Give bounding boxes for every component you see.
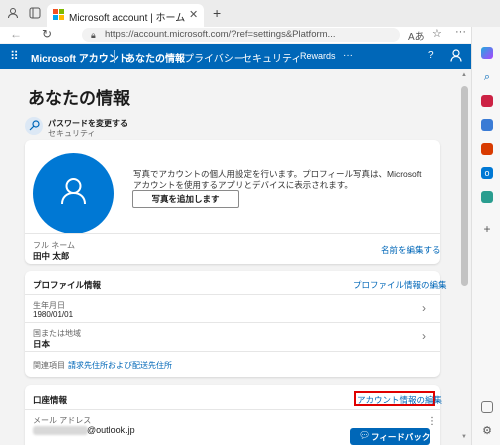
lock-icon: 🔒︎ — [91, 30, 96, 40]
tools-icon[interactable] — [481, 119, 493, 131]
photo-description: 写真でアカウントの個人用設定を行います。プロフィール写真は、Microsoft … — [133, 169, 422, 190]
nav-separator — [114, 50, 115, 63]
browser-titlebar: Microsoft account | ホーム ✕ + — [0, 0, 500, 27]
profile-card: 写真でアカウントの個人用設定を行います。プロフィール写真は、Microsoft … — [25, 140, 441, 264]
add-photo-button[interactable]: 写真を追加します — [132, 190, 239, 208]
outlook-icon[interactable]: o — [481, 167, 493, 179]
microsoft-logo-icon — [53, 9, 64, 20]
new-tab-icon[interactable]: + — [213, 5, 221, 21]
nav-item-rewards[interactable]: Rewards — [300, 51, 336, 61]
scrollbar-thumb[interactable] — [461, 86, 468, 286]
shopping-icon[interactable] — [481, 95, 493, 107]
chevron-right-icon: › — [422, 329, 426, 343]
tab-title: Microsoft account | ホーム — [69, 13, 186, 24]
scroll-up-icon[interactable]: ▲ — [461, 72, 467, 78]
avatar[interactable] — [33, 153, 114, 234]
divider — [25, 233, 440, 234]
email-label: メール アドレス — [33, 416, 92, 425]
region-value: 日本 — [33, 339, 51, 349]
add-icon[interactable]: + — [481, 223, 493, 235]
more-icon[interactable]: ··· — [455, 26, 466, 38]
favorite-icon[interactable]: ☆ — [432, 27, 442, 40]
chevron-right-icon: › — [422, 301, 426, 315]
key-icon[interactable] — [25, 117, 43, 135]
profile-icon[interactable] — [6, 7, 20, 21]
edit-name-link[interactable]: 名前を編集する — [381, 244, 441, 256]
related-label: 関連項目 — [33, 361, 65, 370]
account-info-title: 口座情報 — [33, 395, 68, 405]
edit-account-info-link[interactable]: アカウント情報の編集 — [357, 394, 442, 406]
billing-address-link[interactable]: 請求先住所および配送先住所 — [68, 360, 172, 371]
edge-sidebar: ⌕ o + ⚙ — [471, 27, 500, 445]
fullname-value: 田中 太郎 — [33, 251, 70, 261]
nav-item-your-info[interactable]: あなたの情報 — [125, 50, 185, 65]
profile-info-card: プロファイル情報 プロファイル情報の編集 生年月日 1980/01/01 › 国… — [25, 271, 447, 377]
divider — [25, 351, 440, 352]
app-launcher-icon[interactable]: ⠿ — [10, 49, 19, 63]
more-options-icon[interactable]: ⋮ — [427, 416, 437, 427]
url-field[interactable]: 🔒︎ https://account.microsoft.com/?ref=se… — [82, 28, 400, 42]
browser-tab[interactable]: Microsoft account | ホーム ✕ — [47, 4, 204, 27]
office-icon[interactable] — [481, 143, 493, 155]
dob-value: 1980/01/01 — [33, 310, 74, 319]
person-icon[interactable] — [450, 49, 462, 65]
sidebar-layout-icon[interactable] — [481, 401, 493, 413]
refresh-icon[interactable]: ↻ — [42, 27, 52, 41]
email-redacted — [33, 426, 88, 435]
scroll-down-icon[interactable]: ▼ — [461, 434, 467, 440]
divider — [25, 409, 440, 410]
nav-item-privacy[interactable]: プライバシー — [184, 50, 244, 65]
search-icon[interactable]: ⌕ — [481, 71, 493, 83]
profile-info-title: プロファイル情報 — [33, 280, 102, 290]
copilot-icon[interactable] — [481, 47, 493, 59]
account-nav: ⠿ Microsoft アカウント あなたの情報 プライバシー セキュリティ R… — [0, 44, 471, 69]
nav-item-security[interactable]: セキュリティ — [242, 50, 301, 65]
back-icon[interactable]: ← — [10, 27, 22, 41]
drop-icon[interactable] — [481, 191, 493, 203]
nav-item-more[interactable]: ··· — [343, 50, 353, 61]
change-password-sub: セキュリティ — [48, 129, 96, 138]
region-row[interactable]: 国または地域 日本 › — [25, 323, 440, 350]
address-bar: ← ↻ 🔒︎ https://account.microsoft.com/?re… — [0, 26, 500, 43]
settings-icon[interactable]: ⚙ — [481, 425, 493, 437]
tab-actions-icon[interactable] — [28, 7, 42, 21]
feedback-label: フィードバック — [371, 432, 431, 442]
page-title: あなたの情報 — [28, 89, 130, 108]
close-tab-icon[interactable]: ✕ — [189, 8, 198, 21]
email-value: @outlook.jp — [87, 425, 135, 435]
help-icon[interactable]: ? — [428, 50, 434, 61]
read-aloud-icon[interactable]: Aあ — [408, 28, 425, 43]
chat-icon: 💬︎ — [359, 430, 371, 440]
dob-row[interactable]: 生年月日 1980/01/01 › — [25, 295, 440, 322]
feedback-button[interactable]: 💬︎ フィードバック — [350, 428, 430, 445]
edit-profile-info-link[interactable]: プロファイル情報の編集 — [353, 279, 447, 291]
